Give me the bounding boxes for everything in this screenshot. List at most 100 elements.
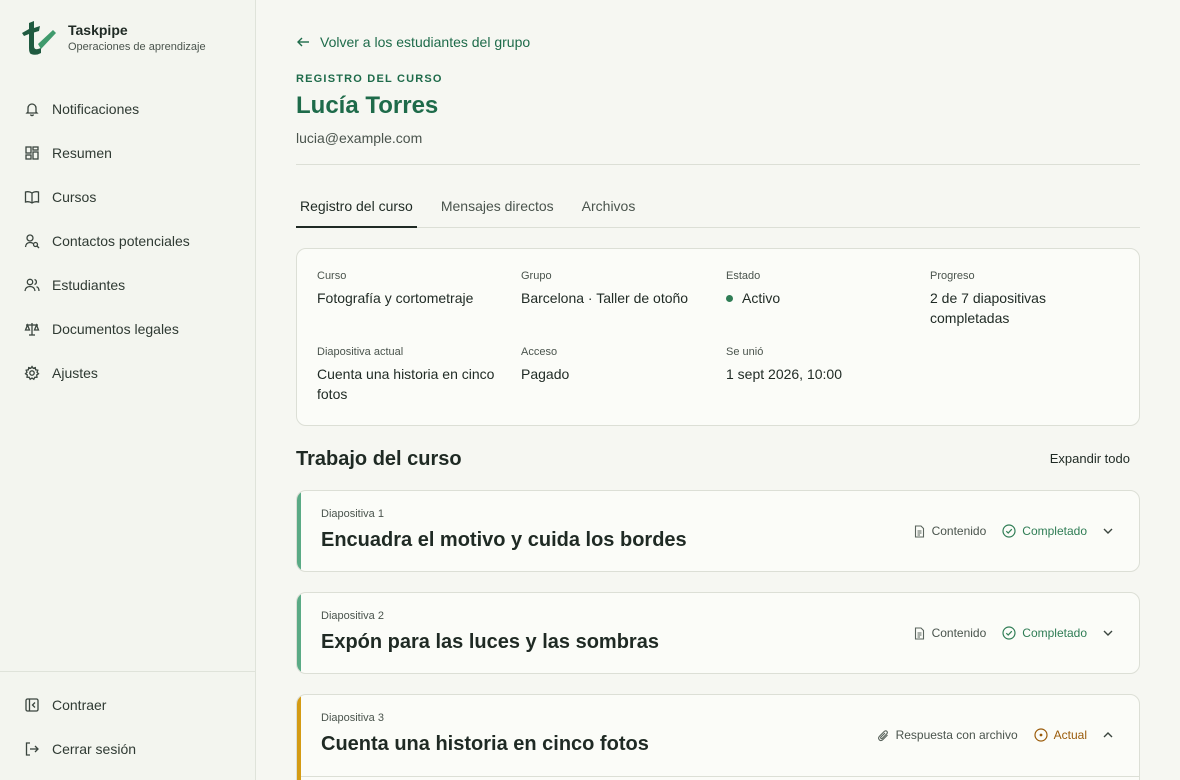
field-current-slide: Diapositiva actual Cuenta una historia e… [317, 345, 507, 404]
slide-number: Diapositiva 1 [321, 508, 384, 520]
sidebar-item-label: Contactos potenciales [52, 233, 190, 249]
slide-title: Cuenta una historia en cinco fotos [321, 733, 649, 755]
field-label: Diapositiva actual [317, 346, 404, 358]
sidebar-item-label: Contraer [52, 697, 107, 713]
check-circle-icon [1002, 524, 1016, 538]
sidebar-nav: Notificaciones Resumen Cursos Contactos … [0, 87, 256, 395]
status-dot [726, 294, 733, 302]
field-course: Curso Fotografía y cortometraje [317, 269, 507, 308]
sidebar-item-ajustes[interactable]: Ajustes [0, 351, 256, 395]
field-joined: Se unió 1 sept 2026, 10:00 [726, 345, 916, 384]
slide-accent [297, 491, 301, 571]
dashboard-icon [25, 146, 39, 160]
field-value: Barcelona · Taller de otoño [521, 290, 689, 306]
user-search-icon [24, 234, 40, 249]
sidebar-item-contactos-potenciales[interactable]: Contactos potenciales [0, 219, 256, 263]
field-label: Se unió [726, 346, 764, 358]
coursework-title: Trabajo del curso [296, 448, 462, 470]
users-icon [24, 278, 40, 292]
slide-type-label: Contenido [931, 524, 987, 538]
field-label: Acceso [521, 346, 558, 358]
brand-name: Taskpipe [68, 22, 128, 38]
slide-card[interactable]: Diapositiva 2 Expón para las luces y las… [296, 592, 1140, 674]
sidebar-item-documentos-legales[interactable]: Documentos legales [0, 307, 256, 351]
field-label: Progreso [930, 270, 975, 282]
sidebar-item-label: Estudiantes [52, 277, 126, 293]
collapse-sidebar-button[interactable]: Contraer [0, 683, 256, 727]
sidebar-item-cursos[interactable]: Cursos [0, 175, 256, 219]
chevron-down-icon[interactable] [1101, 626, 1115, 640]
status-text: Activo [742, 290, 781, 306]
logout-button[interactable]: Cerrar sesión [0, 727, 256, 771]
slide-status: Completado [1002, 626, 1087, 640]
tab-mensajes-directos[interactable]: Mensajes directos [437, 192, 558, 228]
back-to-students-link[interactable]: Volver a los estudiantes del grupo [296, 32, 530, 52]
slide-status-label: Completado [1022, 626, 1087, 640]
slide-number: Diapositiva 2 [321, 610, 384, 622]
chevron-up-icon[interactable] [1101, 728, 1115, 742]
slide-accent [297, 593, 301, 673]
sidebar-item-notificaciones[interactable]: Notificaciones [0, 87, 256, 131]
sidebar-item-resumen[interactable]: Resumen [0, 131, 256, 175]
slide-title: Expón para las luces y las sombras [321, 631, 659, 653]
field-value: Fotografía y cortometraje [317, 290, 474, 306]
sidebar-item-label: Cerrar sesión [52, 741, 137, 757]
slide-card[interactable]: Diapositiva 3 Cuenta una historia en cin… [296, 694, 1140, 780]
slide-number: Diapositiva 3 [321, 712, 384, 724]
tab-archivos[interactable]: Archivos [578, 192, 640, 228]
brand[interactable]: Taskpipe Operaciones de aprendizaje [20, 20, 206, 56]
status-value: Activo [726, 288, 916, 308]
field-value: Pagado [521, 366, 570, 382]
scale-icon [24, 323, 40, 336]
expand-all-button[interactable]: Expandir todo [1050, 451, 1130, 466]
arrow-left-icon [297, 37, 309, 47]
expanded-divider [301, 776, 1139, 777]
bell-icon [25, 103, 39, 117]
tab-bar: Registro del curso Mensajes directos Arc… [296, 192, 1140, 228]
field-status: Estado Activo [726, 269, 916, 308]
slide-type: Contenido [913, 626, 987, 640]
field-value: 2 de 7 diapositivas completadas [930, 290, 1046, 326]
chevron-down-icon[interactable] [1101, 524, 1115, 538]
slide-type: Contenido [913, 524, 987, 538]
field-progress: Progreso 2 de 7 diapositivas completadas [930, 269, 1120, 328]
page-title: Lucía Torres [296, 92, 439, 119]
field-value: 1 sept 2026, 10:00 [726, 366, 842, 382]
field-value: Cuenta una historia en cinco fotos [317, 366, 495, 402]
divider [296, 164, 1140, 165]
gear-icon [24, 365, 40, 381]
slide-accent [297, 695, 301, 780]
student-email: lucia@example.com [296, 130, 423, 146]
page-eyebrow: REGISTRO DEL CURSO [296, 73, 443, 85]
sidebar: Taskpipe Operaciones de aprendizaje Noti… [0, 0, 256, 780]
current-circle-icon [1034, 728, 1048, 742]
slide-meta: Contenido Completado [913, 624, 1115, 642]
field-label: Estado [726, 270, 761, 282]
paperclip-icon [877, 729, 888, 741]
document-icon [914, 626, 924, 640]
book-icon [24, 191, 40, 204]
slide-status-label: Completado [1022, 524, 1087, 538]
sidebar-item-label: Resumen [52, 145, 112, 161]
check-circle-icon [1002, 626, 1016, 640]
slide-status-label: Actual [1053, 728, 1087, 742]
slide-type-label: Contenido [931, 626, 987, 640]
brand-subtitle: Operaciones de aprendizaje [68, 41, 206, 53]
sidebar-item-estudiantes[interactable]: Estudiantes [0, 263, 256, 307]
field-label: Curso [317, 270, 347, 282]
slide-type-label: Respuesta con archivo [895, 728, 1018, 742]
slide-title: Encuadra el motivo y cuida los bordes [321, 529, 687, 551]
slide-status: Completado [1002, 524, 1087, 538]
taskpipe-logo [22, 21, 56, 55]
document-icon [914, 524, 924, 538]
course-record-card: Curso Fotografía y cortometraje Grupo Ba… [296, 248, 1140, 426]
collapse-icon [25, 698, 39, 712]
tab-registro-del-curso[interactable]: Registro del curso [296, 192, 417, 228]
sidebar-footer: Contraer Cerrar sesión [0, 671, 256, 771]
sidebar-item-label: Notificaciones [52, 101, 140, 117]
slide-meta: Respuesta con archivo Actual [877, 726, 1115, 744]
field-label: Grupo [521, 270, 552, 282]
sidebar-item-label: Ajustes [52, 365, 98, 381]
sidebar-item-label: Cursos [52, 189, 97, 205]
slide-card[interactable]: Diapositiva 1 Encuadra el motivo y cuida… [296, 490, 1140, 572]
